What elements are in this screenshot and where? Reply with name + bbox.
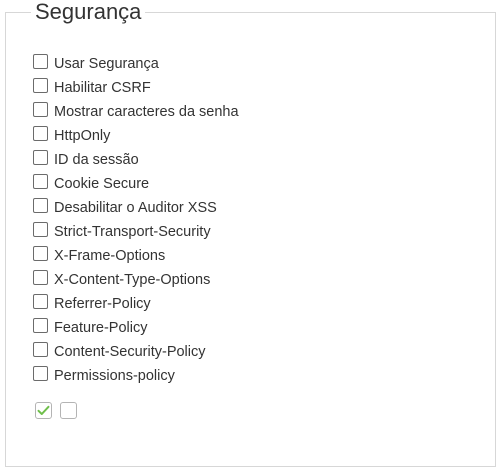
option-enable-csrf[interactable]: Habilitar CSRF xyxy=(33,76,239,100)
checkbox[interactable] xyxy=(33,78,48,93)
option-disable-xss-auditor[interactable]: Desabilitar o Auditor XSS xyxy=(33,196,239,220)
option-label: Habilitar CSRF xyxy=(54,80,151,96)
option-label: Mostrar caracteres da senha xyxy=(54,104,239,120)
option-feature-policy[interactable]: Feature-Policy xyxy=(33,316,239,340)
checkbox[interactable] xyxy=(33,222,48,237)
checkbox[interactable] xyxy=(33,294,48,309)
checkbox[interactable] xyxy=(33,102,48,117)
checkbox[interactable] xyxy=(33,366,48,381)
option-label: Content-Security-Policy xyxy=(54,344,206,360)
option-content-security-policy[interactable]: Content-Security-Policy xyxy=(33,340,239,364)
cancel-button[interactable] xyxy=(60,402,77,419)
option-label: Feature-Policy xyxy=(54,320,148,336)
checkbox[interactable] xyxy=(33,270,48,285)
checkbox[interactable] xyxy=(33,246,48,261)
confirm-button[interactable] xyxy=(35,402,52,419)
option-label: X-Content-Type-Options xyxy=(54,272,211,288)
security-options-list: Usar Segurança Habilitar CSRF Mostrar ca… xyxy=(33,52,239,388)
action-buttons xyxy=(35,402,77,419)
checkbox[interactable] xyxy=(33,174,48,189)
option-strict-transport-security[interactable]: Strict-Transport-Security xyxy=(33,220,239,244)
checkbox[interactable] xyxy=(33,150,48,165)
option-label: Strict-Transport-Security xyxy=(54,224,211,240)
option-label: Usar Segurança xyxy=(54,56,159,72)
option-cookie-secure[interactable]: Cookie Secure xyxy=(33,172,239,196)
option-label: HttpOnly xyxy=(54,128,111,144)
option-label: Cookie Secure xyxy=(54,176,150,192)
option-referrer-policy[interactable]: Referrer-Policy xyxy=(33,292,239,316)
checkbox[interactable] xyxy=(33,126,48,141)
option-label: Desabilitar o Auditor XSS xyxy=(54,200,217,216)
section-title: Segurança xyxy=(31,0,146,24)
option-session-id[interactable]: ID da sessão xyxy=(33,148,239,172)
option-label: Permissions-policy xyxy=(54,368,175,384)
option-x-frame-options[interactable]: X-Frame-Options xyxy=(33,244,239,268)
checkbox[interactable] xyxy=(33,342,48,357)
checkbox[interactable] xyxy=(33,318,48,333)
option-label: X-Frame-Options xyxy=(54,248,166,264)
checkbox[interactable] xyxy=(33,198,48,213)
option-httponly[interactable]: HttpOnly xyxy=(33,124,239,148)
option-show-password-chars[interactable]: Mostrar caracteres da senha xyxy=(33,100,239,124)
checkmark-icon xyxy=(37,405,50,416)
option-label: Referrer-Policy xyxy=(54,296,151,312)
option-use-security[interactable]: Usar Segurança xyxy=(33,52,239,76)
option-permissions-policy[interactable]: Permissions-policy xyxy=(33,364,239,388)
checkbox[interactable] xyxy=(33,54,48,69)
option-label: ID da sessão xyxy=(54,152,139,168)
option-x-content-type-options[interactable]: X-Content-Type-Options xyxy=(33,268,239,292)
